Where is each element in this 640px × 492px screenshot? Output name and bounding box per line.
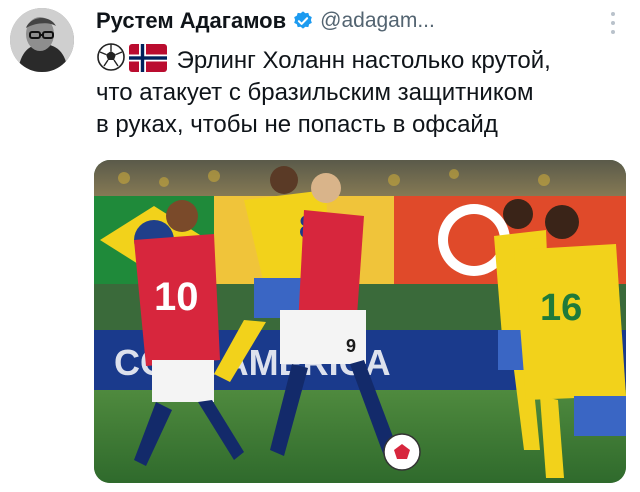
- match-photo: COPA AMERICA 10 8: [94, 160, 626, 483]
- avatar[interactable]: [10, 8, 74, 72]
- soccer-ball-icon: [97, 43, 125, 71]
- tweet-card[interactable]: Рустем Адагамов @adagam... Эрлинг Холанн…: [0, 0, 640, 492]
- tweet-text-line-1: Эрлинг Холанн настолько крутой,: [176, 47, 551, 74]
- tweet-text: Эрлинг Холанн настолько крутой, что атак…: [96, 42, 626, 141]
- author-handle[interactable]: @adagam...: [320, 9, 435, 33]
- tweet-header: Рустем Адагамов @adagam...: [96, 6, 600, 36]
- verified-badge-icon: [294, 11, 312, 29]
- norway-flag-icon: [129, 44, 167, 72]
- tweet-text-line-3: в руках, чтобы не попасть в офсайд: [96, 111, 498, 138]
- tweet-media-photo[interactable]: COPA AMERICA 10 8: [94, 160, 626, 483]
- jersey-number-16: 16: [540, 287, 582, 329]
- avatar-image: [10, 8, 74, 72]
- author-name[interactable]: Рустем Адагамов: [96, 8, 286, 34]
- tweet-text-line: Эрлинг Холанн настолько крутой,: [96, 42, 626, 77]
- tweet-text-line-2: что атакует с бразильским защитником: [96, 79, 534, 106]
- soccer-ball: [383, 433, 421, 471]
- jersey-number-10: 10: [154, 275, 199, 319]
- more-options-icon[interactable]: [606, 12, 620, 34]
- jersey-number-9: 9: [346, 336, 356, 356]
